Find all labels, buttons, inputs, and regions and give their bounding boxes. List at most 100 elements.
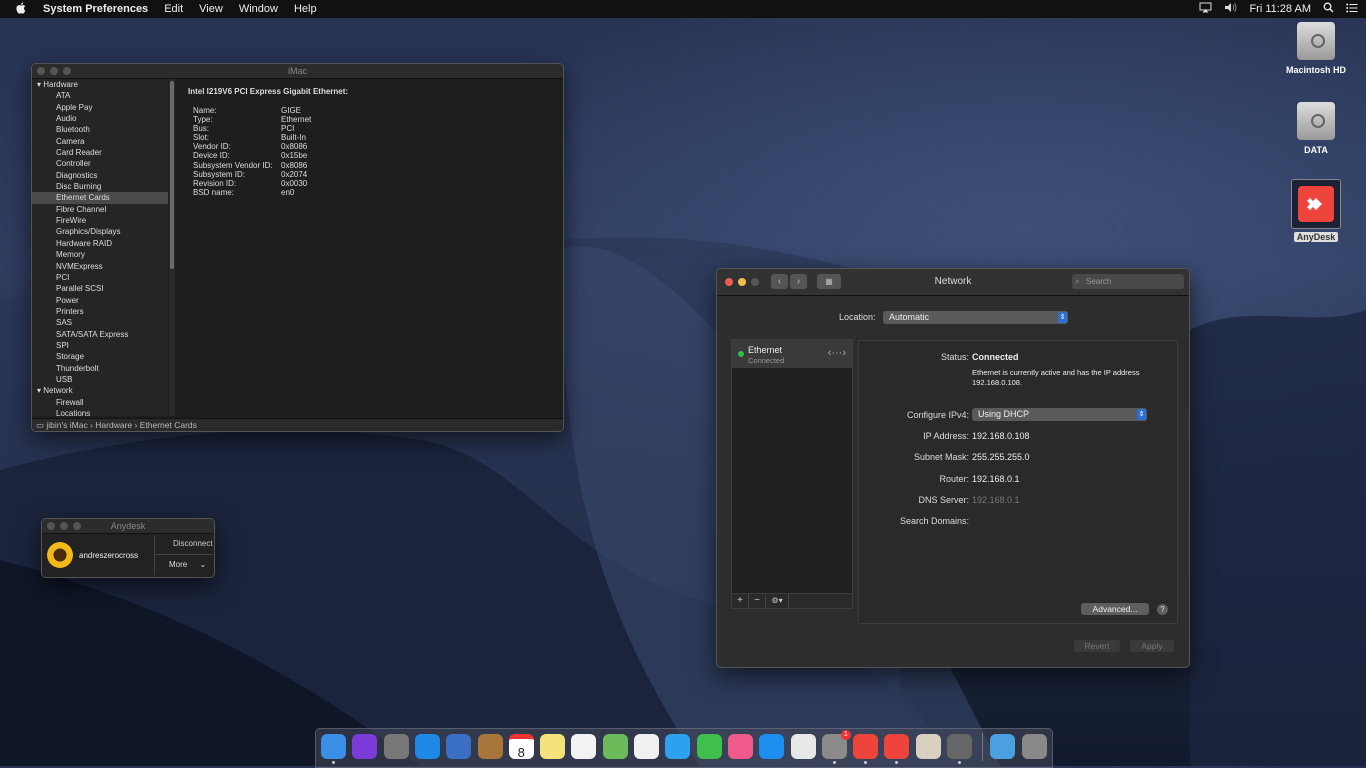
tree-item[interactable]: Bluetooth [32,124,168,135]
apple-menu-icon[interactable] [16,2,27,17]
trash-icon[interactable] [1021,734,1047,759]
tree-item[interactable]: Diagnostics [32,170,168,181]
reminders-icon[interactable] [571,734,597,759]
maps-icon[interactable] [602,734,628,759]
path-item[interactable]: jibin's iMac [46,420,87,430]
tree-item[interactable]: Disc Burning [32,181,168,192]
launchpad-icon[interactable] [383,734,409,759]
disconnect-button[interactable]: Disconnect [173,539,213,548]
minimize-window-button[interactable] [50,67,58,75]
chevron-updown-icon: ⇕ [1137,409,1146,420]
search-input[interactable]: ⌕ Search [1072,274,1184,289]
configure-ipv4-select[interactable]: Using DHCP ⇕ [972,408,1147,421]
facetime-icon[interactable] [696,734,722,759]
menu-edit[interactable]: Edit [164,3,183,15]
tree-item[interactable]: Graphics/Displays [32,226,168,237]
notification-center-icon[interactable] [1346,3,1358,16]
apply-button[interactable]: Apply [1130,640,1174,652]
tree-item[interactable]: Camera [32,136,168,147]
desktop-icon-anydesk[interactable]: AnyDesk [1281,179,1351,242]
volume-icon[interactable] [1224,2,1237,16]
window-titlebar[interactable]: iMac [32,64,563,79]
tree-item[interactable]: Locations [32,408,168,416]
location-select[interactable]: Automatic ⇕ [883,311,1068,324]
more-dropdown[interactable]: More ⌄ [169,560,206,569]
siri-icon[interactable] [352,734,378,759]
tree-item[interactable]: FireWire [32,215,168,226]
messages-icon[interactable] [665,734,691,759]
zoom-window-button[interactable] [73,522,81,530]
search-domains-label: Search Domains: [899,516,969,526]
help-button[interactable]: ? [1157,604,1168,615]
status-description: Ethernet is currently active and has the… [972,368,1140,387]
photos-icon[interactable] [634,734,659,759]
zoom-window-button[interactable] [63,67,71,75]
tree-item[interactable]: Thunderbolt [32,363,168,374]
tree-item[interactable]: Audio [32,113,168,124]
service-item-ethernet[interactable]: Ethernet Connected ‹···› [732,340,852,368]
utility-icon[interactable] [947,734,972,759]
tree-item[interactable]: Hardware RAID [32,238,168,249]
system-preferences-icon[interactable]: 1 [821,730,851,759]
menu-window[interactable]: Window [239,3,278,15]
menu-app-name[interactable]: System Preferences [43,3,148,15]
revert-button[interactable]: Revert [1074,640,1120,652]
airplay-icon[interactable] [1199,2,1212,16]
tree-item[interactable]: Firewall [32,397,168,408]
tree-scrollbar[interactable] [169,79,175,416]
menu-clock[interactable]: Fri 11:28 AM [1249,3,1311,15]
spotlight-icon[interactable] [1323,2,1334,16]
anydesk-dock-icon-2[interactable] [884,734,910,759]
tree-item[interactable]: PCI [32,272,168,283]
close-window-button[interactable] [47,522,55,530]
menu-view[interactable]: View [199,3,223,15]
downloads-folder-icon[interactable] [990,734,1016,759]
desktop-icon-macintosh-hd[interactable]: Macintosh HD [1281,22,1351,75]
tree-item[interactable]: Storage [32,351,168,362]
tree-group[interactable]: ▾ Hardware [32,79,168,90]
tree-item[interactable]: Fibre Channel [32,204,168,215]
tree-item[interactable]: SAS [32,317,168,328]
itunes-icon[interactable] [727,734,753,759]
minimize-window-button[interactable] [60,522,68,530]
window-toolbar[interactable]: ‹ › ▦ Network ⌕ Search [717,269,1189,296]
tree-item[interactable]: Memory [32,249,168,260]
preview-icon[interactable] [446,734,472,759]
tree-group[interactable]: ▾ Network [32,385,168,396]
path-item[interactable]: Ethernet Cards [140,420,197,430]
path-item[interactable]: Hardware [95,420,132,430]
tree-item[interactable]: ATA [32,90,168,101]
textedit-icon[interactable] [790,734,816,759]
script-editor-icon[interactable] [915,734,941,759]
remove-service-button[interactable]: − [749,594,766,608]
contacts-icon[interactable] [477,734,503,759]
finder-icon[interactable] [321,734,346,759]
tree-item[interactable]: Apple Pay [32,102,168,113]
tree-item[interactable]: Card Reader [32,147,168,158]
window-titlebar[interactable]: Anydesk [42,519,214,534]
close-window-button[interactable] [37,67,45,75]
property-key: Revision ID: [193,178,237,188]
add-service-button[interactable]: + [732,594,749,608]
notes-icon[interactable] [540,734,566,759]
tree-scrollbar-thumb[interactable] [170,81,174,269]
hard-drive-icon [1297,102,1335,140]
advanced-button[interactable]: Advanced... [1081,603,1149,615]
anydesk-dock-icon[interactable] [853,734,879,759]
safari-icon[interactable] [414,734,440,759]
tree-item[interactable]: Printers [32,306,168,317]
tree-item[interactable]: SATA/SATA Express [32,329,168,340]
tree-item[interactable]: Ethernet Cards [32,192,168,204]
calendar-icon[interactable]: 8 [508,734,534,760]
tree-item[interactable]: Controller [32,158,168,169]
tree-item[interactable]: Parallel SCSI [32,283,168,294]
tree-item[interactable]: NVMExpress [32,261,168,272]
tree-item[interactable]: USB [32,374,168,385]
gear-icon[interactable]: ⚙▾ [766,594,789,608]
app-store-icon[interactable] [759,734,785,759]
tree-item[interactable]: SPI [32,340,168,351]
tree-item[interactable]: Power [32,295,168,306]
running-indicator [832,761,836,764]
desktop-icon-data[interactable]: DATA [1281,102,1351,155]
menu-help[interactable]: Help [294,3,317,15]
